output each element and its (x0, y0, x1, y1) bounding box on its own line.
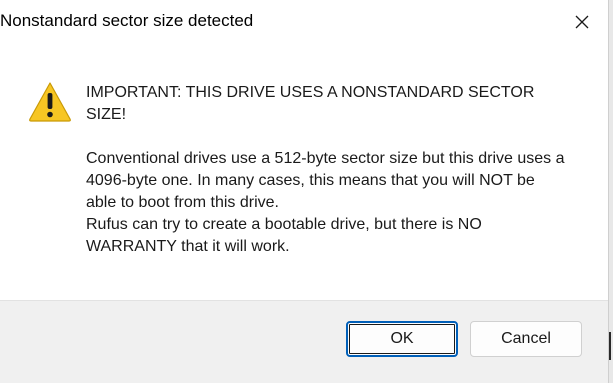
background-window-edge (608, 0, 613, 383)
message-text: IMPORTANT: THIS DRIVE USES A NONSTANDARD… (86, 82, 566, 258)
cancel-button[interactable]: Cancel (470, 321, 582, 357)
dialog-content: IMPORTANT: THIS DRIVE USES A NONSTANDARD… (0, 44, 608, 300)
warning-icon (28, 80, 72, 124)
message-body-1: Conventional drives use a 512-byte secto… (86, 150, 565, 211)
close-button[interactable] (560, 4, 604, 40)
ok-button[interactable]: OK (346, 321, 458, 357)
close-icon (575, 15, 589, 29)
message-body-2: Rufus can try to create a bootable drive… (86, 216, 482, 255)
message-heading: IMPORTANT: THIS DRIVE USES A NONSTANDARD… (86, 84, 535, 123)
title-bar: Nonstandard sector size detected (0, 0, 608, 44)
dialog-window: Nonstandard sector size detected IMPORTA… (0, 0, 608, 383)
background-window-edge-mark (609, 332, 611, 360)
window-title: Nonstandard sector size detected (0, 11, 254, 30)
button-bar: OK Cancel (0, 300, 608, 383)
